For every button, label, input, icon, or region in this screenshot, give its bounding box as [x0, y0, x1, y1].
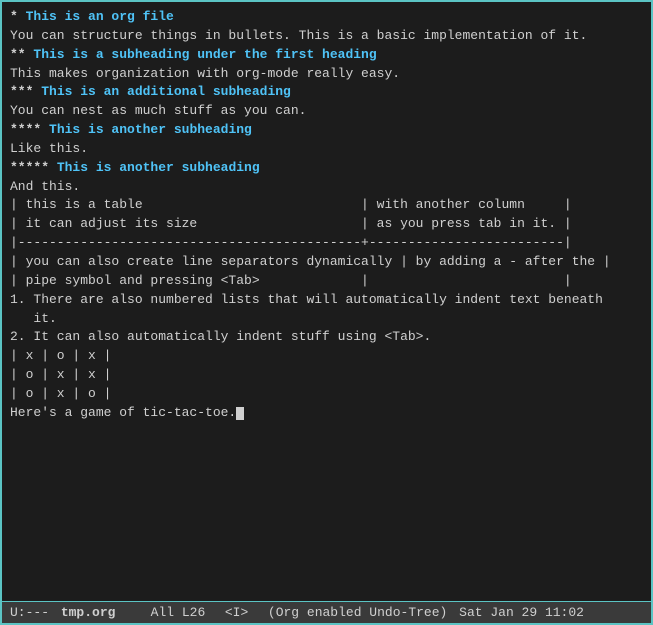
- status-filename: tmp.org: [61, 605, 116, 620]
- editor-line: You can structure things in bullets. Thi…: [10, 27, 643, 46]
- editor-line: You can nest as much stuff as you can.: [10, 102, 643, 121]
- editor-line: **** This is another subheading: [10, 121, 643, 140]
- editor-line: |---------------------------------------…: [10, 234, 643, 253]
- status-state: <I>: [225, 605, 248, 620]
- status-time: Sat Jan 29 11:02: [459, 605, 584, 620]
- editor-line: | o | x | o |: [10, 385, 643, 404]
- editor-line: 1. There are also numbered lists that wi…: [10, 291, 643, 310]
- editor-line: *** This is an additional subheading: [10, 83, 643, 102]
- editor-window: * This is an org fileYou can structure t…: [0, 0, 653, 625]
- editor-line: | pipe symbol and pressing <Tab> | |: [10, 272, 643, 291]
- editor-line: | you can also create line separators dy…: [10, 253, 643, 272]
- editor-line: 2. It can also automatically indent stuf…: [10, 328, 643, 347]
- editor-line: Like this.: [10, 140, 643, 159]
- status-bar: U:--- tmp.org All L26 <I> (Org enabled U…: [2, 601, 651, 623]
- text-cursor: [236, 407, 244, 420]
- status-extra: (Org enabled Undo-Tree): [268, 605, 447, 620]
- editor-line: Here's a game of tic-tac-toe.: [10, 404, 643, 423]
- editor-line: | x | o | x |: [10, 347, 643, 366]
- editor-line: ***** This is another subheading: [10, 159, 643, 178]
- editor-line: * This is an org file: [10, 8, 643, 27]
- editor-line: | it can adjust its size | as you press …: [10, 215, 643, 234]
- editor-content[interactable]: * This is an org fileYou can structure t…: [2, 2, 651, 601]
- editor-line: | o | x | x |: [10, 366, 643, 385]
- status-mode: U:---: [10, 605, 49, 620]
- editor-line: ** This is a subheading under the first …: [10, 46, 643, 65]
- editor-line: This makes organization with org-mode re…: [10, 65, 643, 84]
- editor-line: | this is a table | with another column …: [10, 196, 643, 215]
- editor-line: it.: [10, 310, 643, 329]
- editor-line: And this.: [10, 178, 643, 197]
- status-position: All L26: [151, 605, 206, 620]
